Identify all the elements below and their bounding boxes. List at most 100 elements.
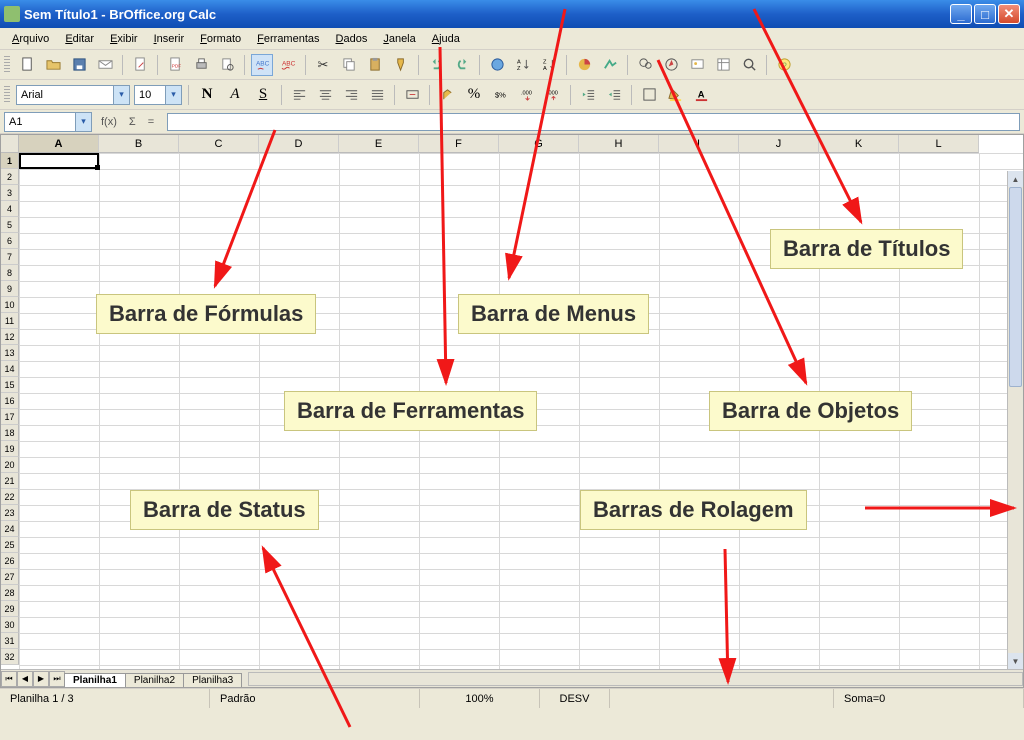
dropdown-icon[interactable] — [165, 86, 181, 104]
add-decimal-button[interactable]: .000 — [516, 84, 538, 106]
undo-button[interactable] — [425, 54, 447, 76]
export-pdf-button[interactable]: PDF — [164, 54, 186, 76]
chart-button[interactable] — [573, 54, 595, 76]
row-header-25[interactable]: 25 — [1, 537, 19, 553]
row-header-21[interactable]: 21 — [1, 473, 19, 489]
row-header-23[interactable]: 23 — [1, 505, 19, 521]
font-color-button[interactable]: A — [690, 84, 712, 106]
row-header-9[interactable]: 9 — [1, 281, 19, 297]
status-zoom[interactable]: 100% — [420, 689, 540, 708]
col-header-B[interactable]: B — [99, 135, 179, 153]
sum-button[interactable]: Σ — [126, 116, 139, 128]
merge-cells-button[interactable] — [401, 84, 423, 106]
row-header-28[interactable]: 28 — [1, 585, 19, 601]
toolbar-grip[interactable] — [4, 56, 10, 74]
row-header-17[interactable]: 17 — [1, 409, 19, 425]
col-header-L[interactable]: L — [899, 135, 979, 153]
menu-arquivo[interactable]: Arquivo — [6, 31, 55, 47]
increase-indent-button[interactable] — [603, 84, 625, 106]
sort-asc-button[interactable]: AZ — [512, 54, 534, 76]
percent-button[interactable]: % — [462, 84, 486, 106]
dropdown-icon[interactable] — [75, 113, 91, 131]
bold-button[interactable]: N — [195, 84, 219, 106]
sheet-tab-2[interactable]: Planilha2 — [125, 673, 184, 687]
toolbar-grip[interactable] — [4, 86, 10, 104]
dropdown-icon[interactable] — [113, 86, 129, 104]
col-header-D[interactable]: D — [259, 135, 339, 153]
horizontal-scrollbar[interactable] — [248, 672, 1023, 686]
row-header-19[interactable]: 19 — [1, 441, 19, 457]
auto-spellcheck-button[interactable]: ABC — [277, 54, 299, 76]
row-header-20[interactable]: 20 — [1, 457, 19, 473]
hyperlink-button[interactable] — [486, 54, 508, 76]
spellcheck-button[interactable]: ABC — [251, 54, 273, 76]
find-button[interactable] — [634, 54, 656, 76]
standard-format-button[interactable]: $% — [490, 84, 512, 106]
navigator-button[interactable] — [660, 54, 682, 76]
row-header-15[interactable]: 15 — [1, 377, 19, 393]
sheet-tab-1[interactable]: Planilha1 — [64, 673, 126, 687]
cut-button[interactable]: ✂ — [312, 54, 334, 76]
bg-color-button[interactable] — [664, 84, 686, 106]
zoom-button[interactable] — [738, 54, 760, 76]
sort-desc-button[interactable]: ZA — [538, 54, 560, 76]
align-center-button[interactable] — [314, 84, 336, 106]
copy-button[interactable] — [338, 54, 360, 76]
col-header-C[interactable]: C — [179, 135, 259, 153]
font-name-combo[interactable] — [16, 85, 130, 105]
scroll-thumb[interactable] — [1009, 187, 1022, 387]
vertical-scrollbar[interactable]: ▲ ▼ — [1007, 171, 1023, 669]
row-header-26[interactable]: 26 — [1, 553, 19, 569]
select-all-corner[interactable] — [1, 135, 19, 153]
row-header-1[interactable]: 1 — [1, 153, 19, 169]
font-name-input[interactable] — [17, 86, 113, 104]
align-justify-button[interactable] — [366, 84, 388, 106]
remove-decimal-button[interactable]: .000 — [542, 84, 564, 106]
show-draw-button[interactable] — [599, 54, 621, 76]
row-header-6[interactable]: 6 — [1, 233, 19, 249]
row-header-31[interactable]: 31 — [1, 633, 19, 649]
minimize-button[interactable]: _ — [950, 4, 972, 24]
borders-button[interactable] — [638, 84, 660, 106]
print-preview-button[interactable] — [216, 54, 238, 76]
col-header-K[interactable]: K — [819, 135, 899, 153]
row-header-2[interactable]: 2 — [1, 169, 19, 185]
row-header-14[interactable]: 14 — [1, 361, 19, 377]
tab-prev-button[interactable]: ◀ — [17, 671, 33, 687]
name-box[interactable] — [4, 112, 92, 132]
paste-button[interactable] — [364, 54, 386, 76]
col-header-F[interactable]: F — [419, 135, 499, 153]
row-header-13[interactable]: 13 — [1, 345, 19, 361]
redo-button[interactable] — [451, 54, 473, 76]
underline-button[interactable]: S — [251, 84, 275, 106]
tab-last-button[interactable]: ⏭ — [49, 671, 65, 687]
formula-input[interactable] — [167, 113, 1020, 131]
col-header-E[interactable]: E — [339, 135, 419, 153]
menu-formato[interactable]: Formato — [194, 31, 247, 47]
menu-dados[interactable]: Dados — [330, 31, 374, 47]
scroll-down-icon[interactable]: ▼ — [1008, 653, 1023, 669]
data-sources-button[interactable] — [712, 54, 734, 76]
row-header-27[interactable]: 27 — [1, 569, 19, 585]
name-box-input[interactable] — [5, 113, 75, 131]
row-header-22[interactable]: 22 — [1, 489, 19, 505]
maximize-button[interactable]: □ — [974, 4, 996, 24]
open-button[interactable] — [42, 54, 64, 76]
row-header-4[interactable]: 4 — [1, 201, 19, 217]
gallery-button[interactable] — [686, 54, 708, 76]
format-paintbrush-button[interactable] — [390, 54, 412, 76]
menu-ajuda[interactable]: Ajuda — [426, 31, 466, 47]
menu-janela[interactable]: Janela — [377, 31, 421, 47]
col-header-G[interactable]: G — [499, 135, 579, 153]
sheet-tab-3[interactable]: Planilha3 — [183, 673, 242, 687]
row-header-18[interactable]: 18 — [1, 425, 19, 441]
tab-next-button[interactable]: ▶ — [33, 671, 49, 687]
menu-editar[interactable]: Editar — [59, 31, 100, 47]
active-cell[interactable] — [19, 153, 99, 169]
row-header-8[interactable]: 8 — [1, 265, 19, 281]
scroll-up-icon[interactable]: ▲ — [1008, 171, 1023, 187]
row-header-29[interactable]: 29 — [1, 601, 19, 617]
edit-doc-button[interactable] — [129, 54, 151, 76]
font-size-input[interactable] — [135, 86, 165, 104]
align-left-button[interactable] — [288, 84, 310, 106]
